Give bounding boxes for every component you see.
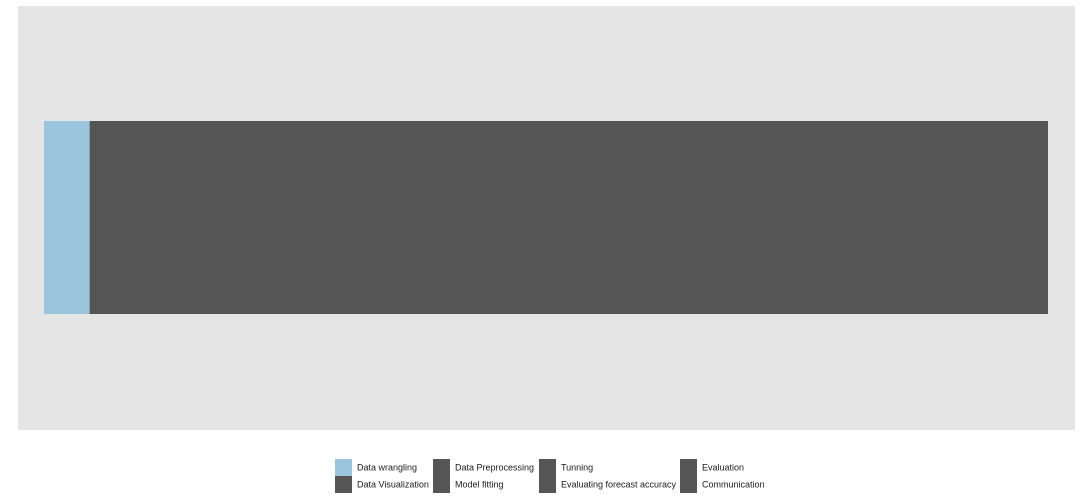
legend-key-data-wrangling — [335, 459, 352, 476]
legend-key-model-fitting — [433, 476, 450, 493]
legend-label-data-preprocessing: Data Preprocessing — [455, 463, 534, 473]
progress-chart: Data wrangling Data Preprocessing Tunning E… — [18, 6, 1075, 493]
legend-label-data-wrangling: Data wrangling — [357, 463, 417, 473]
legend-label-evaluating-forecast-accuracy: Evaluating forecast accuracy — [561, 480, 677, 490]
legend-label-communication: Communication — [702, 480, 765, 490]
legend: Data wrangling Data Preprocessing Tunning E… — [335, 459, 765, 493]
legend-key-data-visualization — [335, 476, 352, 493]
legend-key-data-preprocessing — [433, 459, 450, 476]
legend-key-communication — [680, 476, 697, 493]
legend-label-tunning: Tunning — [561, 463, 593, 473]
legend-key-tunning — [539, 459, 556, 476]
legend-label-evaluation: Evaluation — [702, 463, 744, 473]
bar-segment-data-wrangling — [44, 121, 90, 314]
legend-key-evaluating-forecast-accuracy — [539, 476, 556, 493]
legend-label-model-fitting: Model fitting — [455, 480, 504, 490]
bar-segment-communication — [89, 121, 1048, 314]
legend-key-evaluation — [680, 459, 697, 476]
stacked-bar — [44, 121, 1048, 314]
legend-label-data-visualization: Data Visualization — [357, 480, 429, 490]
